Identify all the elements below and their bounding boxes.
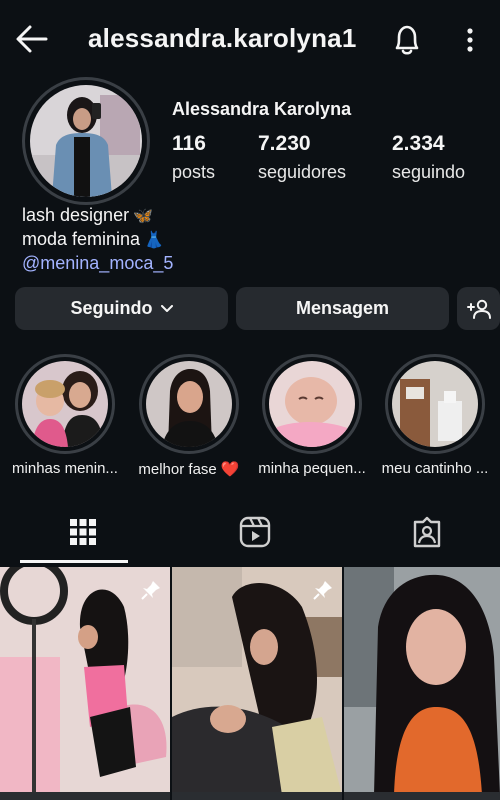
highlight-cover	[269, 361, 355, 447]
following-button-label: Seguindo	[70, 298, 153, 318]
tab-tagged[interactable]	[344, 500, 500, 564]
bell-icon[interactable]	[390, 22, 424, 58]
reels-icon	[239, 516, 271, 548]
following-label: seguindo	[392, 162, 466, 182]
avatar-image	[30, 85, 142, 197]
pin-icon	[141, 581, 160, 600]
post-thumbnail[interactable]	[0, 567, 170, 795]
profile-bio: lash designer 🦋 moda feminina 👗 @menina_mo…	[22, 204, 173, 275]
grid-icon	[70, 519, 96, 545]
post-thumbnail-partial	[172, 792, 342, 800]
profile-tabs	[0, 500, 500, 564]
butterfly-emoji: 🦋	[133, 208, 153, 225]
following-button[interactable]: Seguindo	[15, 287, 228, 330]
post-thumbnail[interactable]	[172, 567, 342, 795]
post-thumbnail[interactable]	[344, 567, 500, 795]
top-bar: alessandra.karolyna1	[0, 0, 500, 78]
highlight-cover	[392, 361, 478, 447]
following-stat[interactable]: 2.334 seguindo	[392, 132, 465, 183]
arrow-left-icon[interactable]	[14, 22, 50, 56]
highlight-label: minha pequen...	[258, 460, 366, 477]
bio-text-1: lash designer	[22, 205, 130, 225]
followers-label: seguidores	[258, 162, 347, 182]
profile-username: alessandra.karolyna1	[88, 23, 357, 53]
message-button-label: Mensagem	[295, 298, 390, 318]
bio-line-1: lash designer 🦋	[22, 204, 173, 228]
following-count: 2.334	[392, 132, 445, 155]
highlight-item[interactable]: minha pequen...	[253, 354, 371, 477]
active-tab-indicator	[20, 560, 128, 563]
message-button[interactable]: Mensagem	[236, 287, 449, 330]
posts-stat[interactable]: 116 posts	[172, 132, 215, 183]
posts-count: 116	[172, 132, 206, 155]
add-user-button[interactable]	[457, 287, 500, 330]
highlight-label: minhas menin...	[12, 460, 118, 477]
post-thumbnail-partial	[344, 792, 500, 800]
bio-mention-link[interactable]: @menina_moca_5	[22, 252, 173, 275]
tab-grid[interactable]	[0, 500, 166, 564]
highlight-ring	[139, 354, 239, 454]
highlight-item[interactable]: melhor fase ❤️	[130, 354, 248, 478]
highlight-label: meu cantinho ...	[381, 460, 489, 477]
highlight-item[interactable]: minhas menin...	[6, 354, 124, 477]
profile-full-name: Alessandra Karolyna	[172, 99, 352, 119]
bio-text-2: moda feminina	[22, 229, 141, 249]
bio-line-2: moda feminina 👗	[22, 228, 173, 252]
dress-emoji: 👗	[144, 232, 164, 249]
tagged-icon	[413, 516, 441, 548]
highlight-ring	[262, 354, 362, 454]
post-grid	[0, 567, 500, 800]
profile-avatar[interactable]	[22, 77, 150, 205]
post-thumbnail-partial	[0, 792, 170, 800]
highlight-ring	[15, 354, 115, 454]
followers-stat[interactable]: 7.230 seguidores	[258, 132, 346, 183]
highlight-cover	[22, 361, 108, 447]
followers-count: 7.230	[258, 132, 311, 155]
highlight-cover	[146, 361, 232, 447]
person-add-icon	[466, 299, 491, 319]
pin-icon	[313, 581, 332, 600]
posts-label: posts	[172, 162, 216, 182]
highlight-item[interactable]: meu cantinho ...	[376, 354, 494, 477]
highlight-label: melhor fase ❤️	[138, 461, 240, 478]
more-vertical-icon[interactable]	[455, 24, 485, 56]
tab-reels[interactable]	[172, 500, 338, 564]
chevron-down-icon	[160, 304, 173, 312]
highlight-ring	[385, 354, 485, 454]
